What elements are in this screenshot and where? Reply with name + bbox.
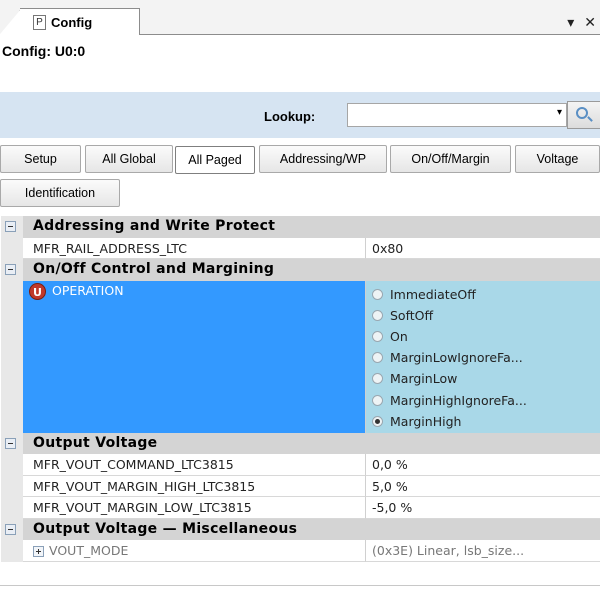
- page-title: Config: U0:0: [2, 43, 86, 59]
- chevron-down-icon[interactable]: ▾: [557, 107, 562, 118]
- property-value[interactable]: 0x80: [366, 238, 600, 259]
- radio-button-icon[interactable]: [372, 373, 383, 385]
- collapse-icon[interactable]: [5, 523, 16, 535]
- filter-onoff-margin-button[interactable]: On/Off/Margin: [390, 145, 511, 173]
- operation-row[interactable]: U OPERATION ImmediateOff SoftOff On Margi…: [1, 280, 600, 433]
- category-label: Addressing and Write Protect: [33, 218, 276, 234]
- option-label: ImmediateOff: [390, 286, 476, 302]
- property-grid: Addressing and Write Protect MFR_RAIL_AD…: [1, 216, 600, 562]
- row-gutter: [1, 497, 23, 519]
- lookup-search-button[interactable]: [567, 101, 600, 129]
- lookup-label: Lookup:: [264, 109, 316, 124]
- property-name-cell: VOUT_MODE: [23, 540, 366, 562]
- tab-strip: P Config ▾ ✕: [0, 0, 600, 44]
- row-gutter: [1, 475, 23, 497]
- filter-addressing-wp-button[interactable]: Addressing/WP: [259, 145, 387, 173]
- bottom-divider: [0, 585, 600, 586]
- option-label: SoftOff: [390, 307, 434, 323]
- property-row[interactable]: VOUT_MODE (0x3E) Linear, lsb_size...: [1, 540, 600, 562]
- property-row[interactable]: MFR_RAIL_ADDRESS_LTC 0x80: [1, 237, 600, 259]
- row-gutter: [1, 237, 23, 259]
- operation-options: ImmediateOff SoftOff On MarginLowIgnoreF…: [366, 280, 600, 433]
- page-icon: P: [33, 14, 46, 30]
- property-name: OPERATION: [52, 282, 124, 298]
- property-name: MFR_VOUT_MARGIN_HIGH_LTC3815: [23, 475, 366, 497]
- radio-button-checked-icon[interactable]: [372, 415, 383, 427]
- radio-option[interactable]: On: [366, 326, 600, 347]
- radio-button-icon[interactable]: [372, 288, 383, 300]
- property-row[interactable]: MFR_VOUT_COMMAND_LTC3815 0,0 %: [1, 454, 600, 476]
- category-output-voltage-misc[interactable]: Output Voltage — Miscellaneous: [1, 518, 600, 540]
- category-addressing[interactable]: Addressing and Write Protect: [1, 216, 600, 238]
- tab-label: Config: [51, 14, 93, 30]
- property-value[interactable]: 0,0 %: [366, 454, 600, 476]
- radio-option[interactable]: ImmediateOff: [366, 284, 600, 305]
- filter-all-global-button[interactable]: All Global: [85, 145, 173, 173]
- search-icon: [576, 107, 588, 119]
- window-buttons: ▾ ✕: [567, 14, 596, 31]
- category-label: Output Voltage: [33, 434, 158, 451]
- radio-button-icon[interactable]: [372, 352, 383, 364]
- category-label: On/Off Control and Margining: [33, 261, 275, 277]
- row-gutter: [1, 454, 23, 476]
- expand-icon[interactable]: [33, 546, 44, 557]
- window-menu-dropdown-icon[interactable]: ▾: [567, 14, 574, 31]
- row-gutter: [1, 432, 23, 454]
- option-label: On: [390, 328, 408, 344]
- option-label: MarginHighIgnoreFa...: [390, 392, 527, 408]
- radio-option[interactable]: MarginHighIgnoreFa...: [366, 389, 600, 410]
- radio-option[interactable]: MarginLowIgnoreFa...: [366, 347, 600, 368]
- property-value[interactable]: (0x3E) Linear, lsb_size...: [366, 540, 600, 562]
- collapse-icon[interactable]: [5, 264, 16, 275]
- close-icon[interactable]: ✕: [584, 14, 596, 31]
- radio-button-icon[interactable]: [372, 394, 383, 406]
- category-output-voltage[interactable]: Output Voltage: [1, 432, 600, 454]
- property-name: MFR_RAIL_ADDRESS_LTC: [23, 237, 366, 259]
- option-label: MarginHigh: [390, 413, 462, 429]
- radio-option[interactable]: SoftOff: [366, 305, 600, 326]
- property-name: VOUT_MODE: [49, 543, 129, 558]
- filter-identification-button[interactable]: Identification: [0, 179, 120, 207]
- property-value[interactable]: -5,0 %: [366, 497, 600, 519]
- row-gutter: [1, 518, 23, 540]
- category-label: Output Voltage — Miscellaneous: [33, 520, 298, 537]
- radio-option-selected[interactable]: MarginHigh: [366, 411, 600, 432]
- property-row[interactable]: MFR_VOUT_MARGIN_LOW_LTC3815 -5,0 %: [1, 497, 600, 519]
- tab-divider: [140, 34, 600, 35]
- property-name: MFR_VOUT_COMMAND_LTC3815: [23, 454, 366, 476]
- tab-config[interactable]: P Config: [20, 8, 140, 35]
- property-value[interactable]: 5,0 %: [366, 476, 600, 497]
- filter-setup-button[interactable]: Setup: [0, 145, 81, 173]
- lookup-combobox[interactable]: ▾: [347, 103, 567, 127]
- property-row[interactable]: MFR_VOUT_MARGIN_HIGH_LTC3815 5,0 %: [1, 475, 600, 497]
- operation-status-icon: U: [29, 282, 46, 300]
- property-name: MFR_VOUT_MARGIN_LOW_LTC3815: [23, 497, 366, 519]
- radio-button-icon[interactable]: [372, 330, 383, 342]
- option-label: MarginLow: [390, 371, 458, 387]
- row-gutter: [1, 259, 23, 281]
- row-gutter: [1, 280, 23, 433]
- collapse-icon[interactable]: [5, 221, 16, 232]
- radio-button-icon[interactable]: [372, 309, 383, 321]
- filter-voltage-button[interactable]: Voltage: [515, 145, 600, 173]
- option-label: MarginLowIgnoreFa...: [390, 350, 523, 366]
- row-gutter: [1, 216, 23, 238]
- category-onoff[interactable]: On/Off Control and Margining: [1, 259, 600, 281]
- collapse-icon[interactable]: [5, 437, 16, 449]
- filter-all-paged-button[interactable]: All Paged: [175, 146, 255, 174]
- lookup-bar: Lookup: ▾: [0, 92, 600, 138]
- operation-name-cell[interactable]: U OPERATION: [23, 280, 366, 433]
- radio-option[interactable]: MarginLow: [366, 368, 600, 389]
- row-gutter: [1, 540, 23, 562]
